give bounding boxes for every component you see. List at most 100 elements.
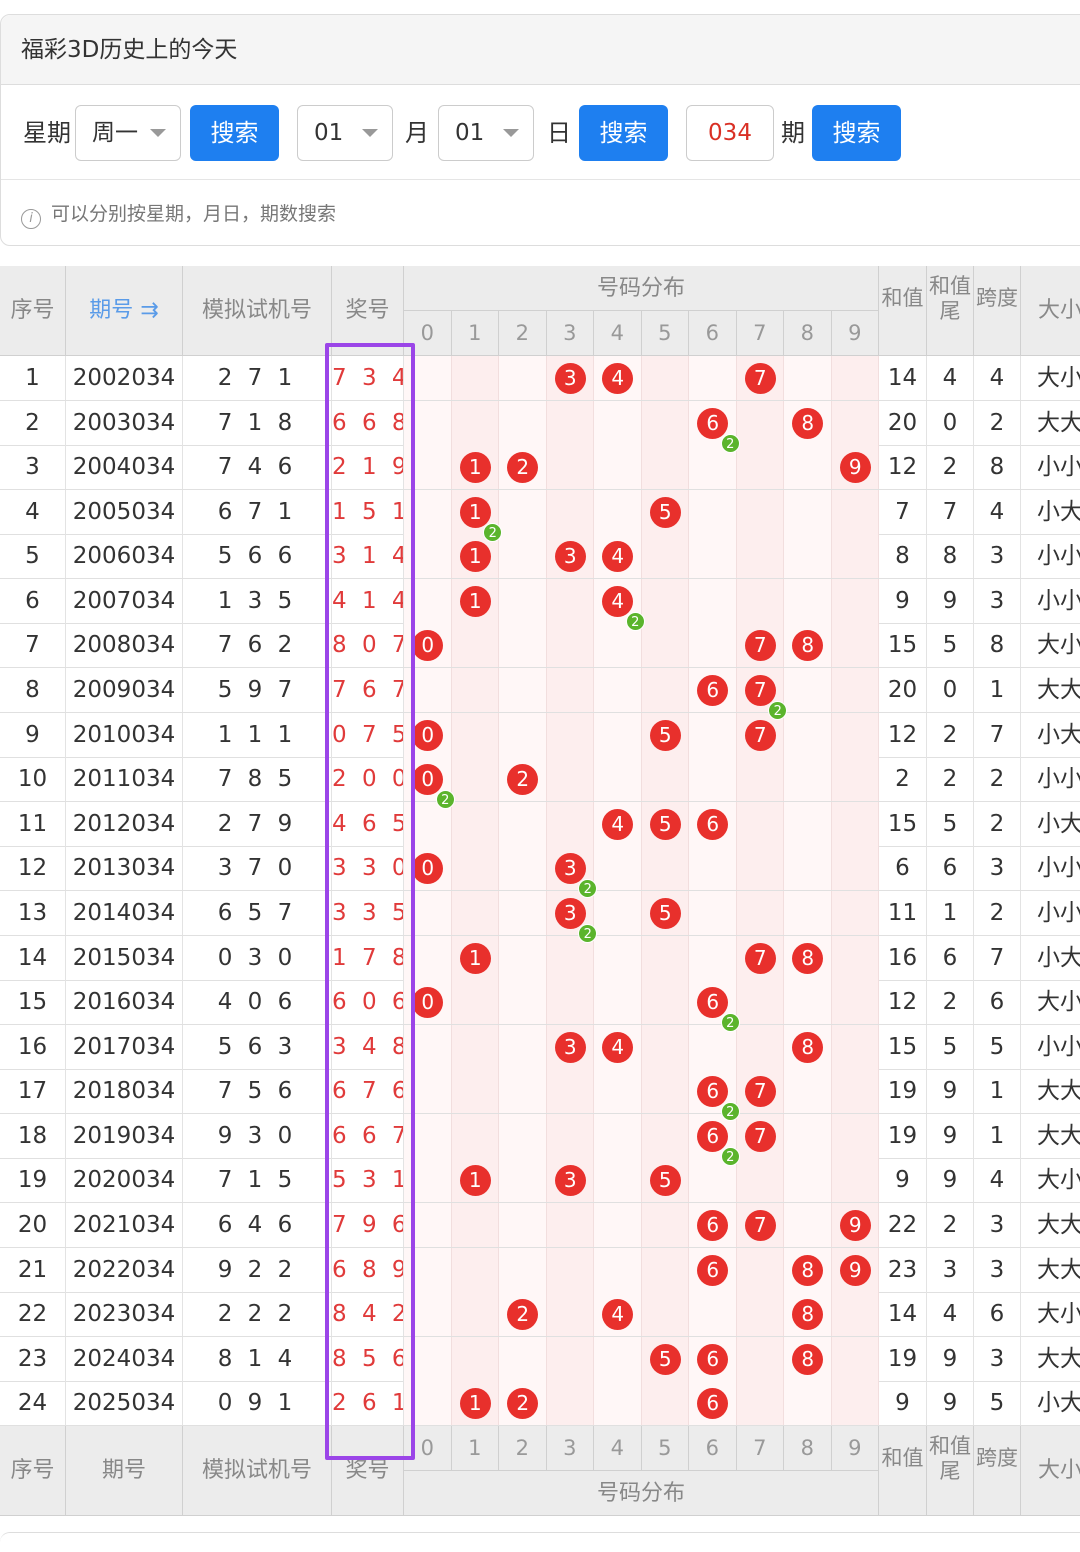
number-ball: 8 bbox=[792, 1254, 824, 1286]
row-sum: 19 bbox=[879, 1069, 927, 1114]
header-trial: 模拟试机号 bbox=[183, 266, 332, 356]
row-issue: 2022034 bbox=[66, 1247, 183, 1292]
row-seq: 8 bbox=[0, 668, 66, 713]
row-sum: 12 bbox=[879, 445, 927, 490]
footer-digit-2: 2 bbox=[499, 1426, 547, 1471]
row-seq: 7 bbox=[0, 623, 66, 668]
number-ball: 6 bbox=[697, 808, 729, 840]
row-issue: 2015034 bbox=[66, 935, 183, 980]
row-trial: 7 6 2 bbox=[183, 623, 332, 668]
number-ball: 6 bbox=[697, 1120, 729, 1152]
distribution-cell bbox=[594, 1247, 642, 1292]
row-trial: 0 3 0 bbox=[183, 935, 332, 980]
bottom-panel-edge bbox=[0, 1532, 1080, 1552]
row-trial: 7 1 8 bbox=[183, 400, 332, 445]
header-issue[interactable]: 期号 ⇉ bbox=[66, 266, 183, 356]
distribution-cell bbox=[641, 356, 689, 400]
distribution-cell bbox=[594, 890, 642, 935]
row-trial: 7 1 5 bbox=[183, 1158, 332, 1203]
distribution-cell bbox=[594, 712, 642, 757]
distribution-cell bbox=[546, 400, 594, 445]
weekday-search-button[interactable]: 搜索 bbox=[190, 105, 279, 161]
row-issue: 2010034 bbox=[66, 712, 183, 757]
hint-label: 可以分别按星期，月日，期数搜索 bbox=[51, 203, 337, 225]
row-trial: 9 2 2 bbox=[183, 1247, 332, 1292]
row-seq: 13 bbox=[0, 890, 66, 935]
distribution-cell bbox=[784, 1113, 832, 1158]
distribution-cell bbox=[499, 1336, 547, 1381]
header-digit-3: 3 bbox=[546, 311, 594, 356]
table-row: 16 2017034 5 6 33 4 8 15 5 5 小小 3 4 8 bbox=[0, 1024, 1080, 1070]
distribution-cell bbox=[641, 623, 689, 668]
issue-label: 期 bbox=[781, 119, 805, 147]
row-issue: 2006034 bbox=[66, 534, 183, 579]
row-sum: 19 bbox=[879, 1113, 927, 1158]
distribution-cell bbox=[499, 1024, 547, 1069]
distribution-cell bbox=[736, 757, 784, 802]
distribution-cell bbox=[689, 757, 737, 802]
sort-icon[interactable]: ⇉ bbox=[140, 298, 158, 323]
number-ball: 3 bbox=[554, 1031, 586, 1063]
distribution-cell bbox=[546, 1203, 594, 1248]
row-size: 大小 bbox=[1021, 623, 1080, 667]
row-seq: 15 bbox=[0, 980, 66, 1025]
row-issue: 2014034 bbox=[66, 890, 183, 935]
header-digit-2: 2 bbox=[499, 311, 547, 356]
number-ball: 1 bbox=[459, 1165, 491, 1197]
history-table: 序号 期号 ⇉ 模拟试机号 奖号 号码分布 0123456789 和值 和值尾 … bbox=[0, 266, 1080, 1516]
table-row: 17 2018034 7 5 66 7 6 19 9 1 大大 6 7 bbox=[0, 1069, 1080, 1115]
header-digit-5: 5 bbox=[641, 311, 689, 356]
distribution-cell bbox=[784, 534, 832, 579]
row-sum: 20 bbox=[879, 400, 927, 445]
distribution-cell bbox=[784, 356, 832, 400]
number-ball: 1 bbox=[459, 585, 491, 617]
row-seq: 22 bbox=[0, 1292, 66, 1337]
distribution-cell bbox=[499, 1247, 547, 1292]
row-size: 小小 bbox=[1021, 846, 1080, 890]
number-ball: 3 bbox=[554, 541, 586, 573]
row-size: 大小 bbox=[1021, 1292, 1080, 1336]
table-row: 21 2022034 9 2 26 8 9 23 3 3 大大 6 8 9 bbox=[0, 1247, 1080, 1293]
weekday-select[interactable]: 周一 bbox=[75, 105, 181, 161]
table-row: 2 2003034 7 1 86 6 8 20 0 2 大大 6 8 bbox=[0, 400, 1080, 446]
distribution-cell bbox=[831, 846, 879, 891]
search-panel: 福彩3D历史上的今天 星期 周一 搜索 01 月 01 日 搜索 034 期 搜… bbox=[0, 14, 1080, 246]
row-sum-tail: 0 bbox=[927, 400, 974, 445]
day-value: 01 bbox=[455, 120, 485, 146]
double-badge: 2 bbox=[720, 1146, 740, 1166]
distribution-cell bbox=[451, 980, 499, 1025]
footer-digit-3: 3 bbox=[546, 1426, 594, 1471]
row-sum: 15 bbox=[879, 623, 927, 668]
distribution-cell bbox=[451, 400, 499, 445]
row-seq: 20 bbox=[0, 1203, 66, 1248]
number-ball: 5 bbox=[649, 1165, 681, 1197]
month-select[interactable]: 01 bbox=[297, 105, 393, 161]
distribution-cell bbox=[784, 980, 832, 1025]
row-sum: 14 bbox=[879, 1292, 927, 1337]
distribution-cell bbox=[831, 801, 879, 846]
day-select[interactable]: 01 bbox=[438, 105, 534, 161]
row-span: 1 bbox=[974, 1113, 1021, 1158]
row-issue: 2019034 bbox=[66, 1113, 183, 1158]
date-search-button[interactable]: 搜索 bbox=[579, 105, 668, 161]
distribution-cell bbox=[594, 1203, 642, 1248]
issue-search-button[interactable]: 搜索 bbox=[812, 105, 901, 161]
number-ball: 6 bbox=[697, 1343, 729, 1375]
distribution-cell bbox=[451, 846, 499, 891]
header-digit-9: 9 bbox=[831, 311, 879, 356]
issue-input[interactable]: 034 bbox=[686, 105, 774, 161]
distribution-cell bbox=[451, 757, 499, 802]
row-size: 大大 bbox=[1021, 1203, 1080, 1247]
row-sum-tail: 2 bbox=[927, 712, 974, 757]
row-span: 8 bbox=[974, 445, 1021, 490]
row-issue: 2021034 bbox=[66, 1203, 183, 1248]
distribution-cell bbox=[641, 1069, 689, 1114]
hint-text: i 可以分别按星期，月日，期数搜索 bbox=[21, 198, 336, 230]
number-ball: 7 bbox=[744, 630, 776, 662]
row-issue: 2003034 bbox=[66, 400, 183, 445]
footer-sum-tail: 和值尾 bbox=[927, 1426, 974, 1516]
distribution-cell bbox=[689, 489, 737, 534]
number-ball: 5 bbox=[649, 808, 681, 840]
row-sum: 9 bbox=[879, 1381, 927, 1426]
distribution-cell bbox=[689, 846, 737, 891]
